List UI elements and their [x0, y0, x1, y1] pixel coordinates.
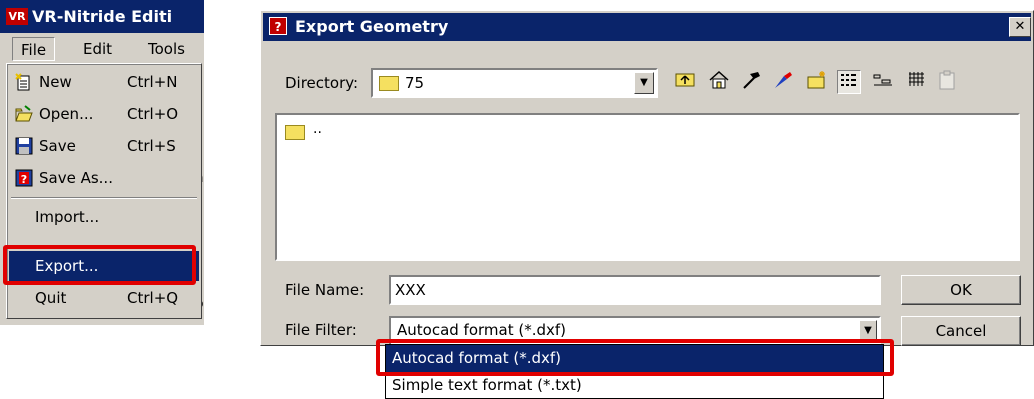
- close-button[interactable]: ✕: [1009, 17, 1031, 37]
- menu-item-save[interactable]: Save Ctrl+S: [9, 131, 199, 161]
- save-as-icon: ?: [15, 169, 33, 187]
- clipboard-icon: [939, 70, 955, 90]
- menu-file[interactable]: File: [12, 37, 56, 61]
- menu-item-open[interactable]: Open... Ctrl+O: [9, 99, 199, 129]
- directory-combo[interactable]: 75 ▼: [371, 68, 658, 98]
- color-icon: [775, 72, 792, 88]
- directory-label: Directory:: [285, 74, 359, 92]
- hammer-icon: [743, 72, 760, 89]
- folder-icon: [285, 125, 305, 140]
- menu-item-label: Open...: [39, 105, 94, 123]
- highlight-autocad-option: [376, 339, 894, 376]
- filter-option-txt[interactable]: Simple text format (*.txt): [386, 372, 883, 399]
- menu-item-shortcut: Ctrl+O: [127, 105, 179, 123]
- menu-item-shortcut: Ctrl+N: [127, 73, 178, 91]
- list-item[interactable]: ..: [313, 121, 322, 137]
- home-icon: [709, 70, 729, 89]
- app-logo-icon: VR: [6, 8, 28, 25]
- chevron-down-icon: ▼: [640, 77, 648, 88]
- floppy-disk-icon: [15, 137, 33, 155]
- chevron-down-icon: ▼: [864, 325, 872, 336]
- dropdown-arrow-button[interactable]: ▼: [634, 72, 654, 94]
- menu-separator: [11, 197, 197, 199]
- hammer-button[interactable]: [739, 70, 763, 94]
- list-view-button[interactable]: [871, 70, 895, 94]
- menu-item-label: Save: [39, 137, 76, 155]
- color-button[interactable]: [771, 70, 795, 94]
- menu-item-new[interactable]: New Ctrl+N: [9, 67, 199, 97]
- file-filter-value: Autocad format (*.dxf): [397, 321, 567, 339]
- menu-item-label: Quit: [35, 289, 67, 307]
- up-folder-button[interactable]: [673, 70, 697, 94]
- clipboard-button[interactable]: [935, 70, 959, 94]
- menu-edit[interactable]: Edit: [75, 37, 120, 61]
- home-button[interactable]: [707, 70, 731, 94]
- file-list[interactable]: ..: [275, 113, 1020, 261]
- new-folder-button[interactable]: [805, 70, 829, 94]
- new-folder-icon: [807, 71, 825, 89]
- app-title: VR-Nitride Editi: [0, 0, 204, 33]
- directory-value: 75: [405, 74, 425, 92]
- folder-icon: [379, 76, 399, 91]
- menu-item-shortcut: Ctrl+S: [127, 137, 176, 155]
- open-folder-icon: [15, 105, 33, 122]
- new-file-icon: [15, 73, 30, 91]
- dialog-title: Export Geometry: [263, 13, 1031, 41]
- columns-view-button[interactable]: [905, 70, 929, 94]
- ok-button[interactable]: OK: [901, 275, 1021, 305]
- menu-item-label: Save As...: [39, 169, 113, 187]
- up-folder-icon: [675, 73, 695, 87]
- list-view-icon: [873, 74, 892, 86]
- columns-view-icon: [909, 72, 924, 86]
- menu-item-label: New: [39, 73, 72, 91]
- export-dialog: Export Geometry ? ✕ Directory: 75 ▼ .. F…: [260, 10, 1034, 346]
- menu-item-import[interactable]: Import...: [9, 202, 199, 232]
- close-icon: ✕: [1014, 19, 1026, 34]
- dialog-app-icon: ?: [269, 17, 287, 35]
- details-view-button[interactable]: [837, 70, 861, 94]
- cancel-button[interactable]: Cancel: [901, 316, 1021, 346]
- menu-tools[interactable]: Tools: [140, 37, 193, 61]
- svg-text:?: ?: [21, 173, 27, 186]
- details-view-icon: [841, 74, 856, 86]
- menubar: File Edit Tools: [0, 33, 204, 63]
- menu-item-save-as[interactable]: ? Save As...: [9, 163, 199, 193]
- highlight-export: [3, 245, 196, 285]
- file-name-label: File Name:: [285, 281, 365, 299]
- file-name-input[interactable]: XXX: [389, 275, 881, 305]
- menu-item-quit[interactable]: Quit Ctrl+Q: [9, 283, 199, 313]
- menu-item-label: Import...: [35, 208, 100, 226]
- file-filter-label: File Filter:: [285, 321, 357, 339]
- menu-item-shortcut: Ctrl+Q: [127, 289, 179, 307]
